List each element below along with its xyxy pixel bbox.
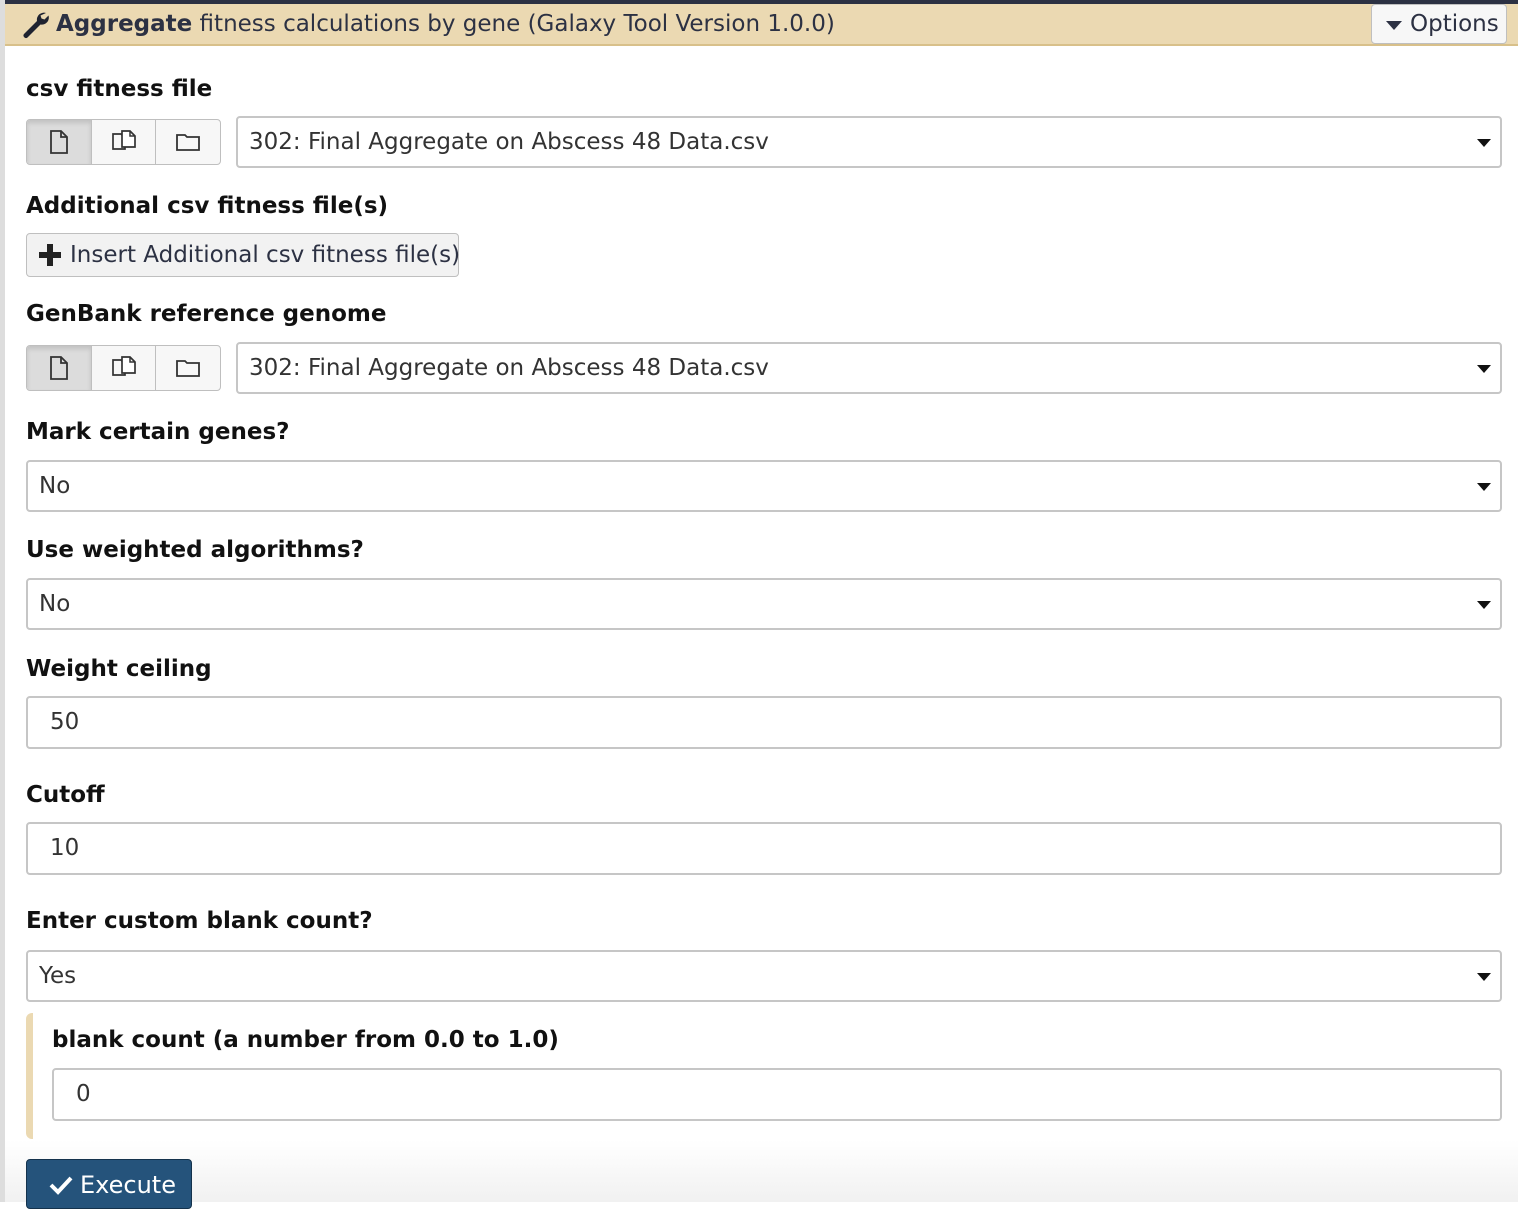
csv-fitness-file-type-selector bbox=[26, 119, 221, 165]
insert-additional-csv-label: Insert Additional csv fitness file(s) bbox=[70, 242, 461, 268]
tool-header: Aggregate fitness calculations by gene (… bbox=[5, 4, 1518, 46]
use-weighted-algorithms-value: No bbox=[39, 591, 71, 617]
genbank-reference-label: GenBank reference genome bbox=[26, 301, 387, 327]
single-dataset-button[interactable] bbox=[27, 346, 92, 390]
multiple-datasets-button[interactable] bbox=[92, 120, 157, 164]
caret-down-icon bbox=[1477, 365, 1491, 373]
execute-label: Execute bbox=[80, 1171, 176, 1199]
weight-ceiling-value: 50 bbox=[50, 709, 80, 735]
single-dataset-button[interactable] bbox=[27, 120, 92, 164]
cutoff-value: 10 bbox=[50, 835, 80, 861]
dataset-collection-icon bbox=[176, 134, 201, 151]
tool-title-rest: fitness calculations by gene (Galaxy Too… bbox=[192, 11, 835, 37]
mark-certain-genes-label: Mark certain genes? bbox=[26, 419, 290, 445]
mark-certain-genes-value: No bbox=[39, 473, 71, 499]
cutoff-input[interactable]: 10 bbox=[26, 822, 1502, 875]
caret-down-icon bbox=[1477, 973, 1491, 981]
custom-blank-count-select[interactable]: Yes bbox=[26, 950, 1502, 1002]
weight-ceiling-label: Weight ceiling bbox=[26, 656, 212, 682]
additional-csv-label: Additional csv fitness file(s) bbox=[26, 193, 389, 219]
dataset-collection-button[interactable] bbox=[156, 346, 220, 390]
multiple-datasets-icon bbox=[111, 130, 136, 150]
wrench-icon bbox=[23, 12, 49, 38]
csv-fitness-file-select[interactable]: 302: Final Aggregate on Abscess 48 Data.… bbox=[236, 116, 1502, 168]
check-icon bbox=[49, 1176, 73, 1195]
genbank-reference-value: 302: Final Aggregate on Abscess 48 Data.… bbox=[249, 355, 769, 381]
tool-title: Aggregate fitness calculations by gene (… bbox=[56, 9, 835, 39]
blank-count-label: blank count (a number from 0.0 to 1.0) bbox=[52, 1027, 559, 1053]
multiple-datasets-button[interactable] bbox=[92, 346, 157, 390]
genbank-reference-type-selector bbox=[26, 345, 221, 391]
single-dataset-icon bbox=[49, 130, 68, 154]
dataset-collection-button[interactable] bbox=[156, 120, 220, 164]
caret-down-icon bbox=[1477, 601, 1491, 609]
caret-down-icon bbox=[1386, 21, 1402, 30]
csv-fitness-file-label: csv fitness file bbox=[26, 76, 213, 102]
mark-certain-genes-select[interactable]: No bbox=[26, 460, 1502, 512]
use-weighted-algorithms-label: Use weighted algorithms? bbox=[26, 537, 364, 563]
plus-icon bbox=[39, 244, 61, 266]
caret-down-icon bbox=[1477, 139, 1491, 147]
blank-count-value: 0 bbox=[76, 1081, 91, 1107]
csv-fitness-file-value: 302: Final Aggregate on Abscess 48 Data.… bbox=[249, 129, 769, 155]
genbank-reference-select[interactable]: 302: Final Aggregate on Abscess 48 Data.… bbox=[236, 342, 1502, 394]
custom-blank-count-label: Enter custom blank count? bbox=[26, 908, 373, 934]
multiple-datasets-icon bbox=[111, 356, 136, 376]
weight-ceiling-input[interactable]: 50 bbox=[26, 696, 1502, 749]
caret-down-icon bbox=[1477, 483, 1491, 491]
blank-count-input[interactable]: 0 bbox=[52, 1068, 1502, 1121]
cutoff-label: Cutoff bbox=[26, 782, 105, 808]
left-border bbox=[0, 0, 5, 1202]
options-button[interactable]: Options bbox=[1371, 4, 1507, 44]
tool-title-bold: Aggregate bbox=[56, 11, 193, 37]
dataset-collection-icon bbox=[176, 360, 201, 377]
footer bbox=[5, 1140, 1518, 1202]
custom-blank-count-value: Yes bbox=[39, 963, 77, 989]
use-weighted-algorithms-select[interactable]: No bbox=[26, 578, 1502, 630]
insert-additional-csv-button[interactable]: Insert Additional csv fitness file(s) bbox=[26, 233, 461, 277]
single-dataset-icon bbox=[49, 356, 68, 380]
options-label: Options bbox=[1410, 11, 1499, 37]
